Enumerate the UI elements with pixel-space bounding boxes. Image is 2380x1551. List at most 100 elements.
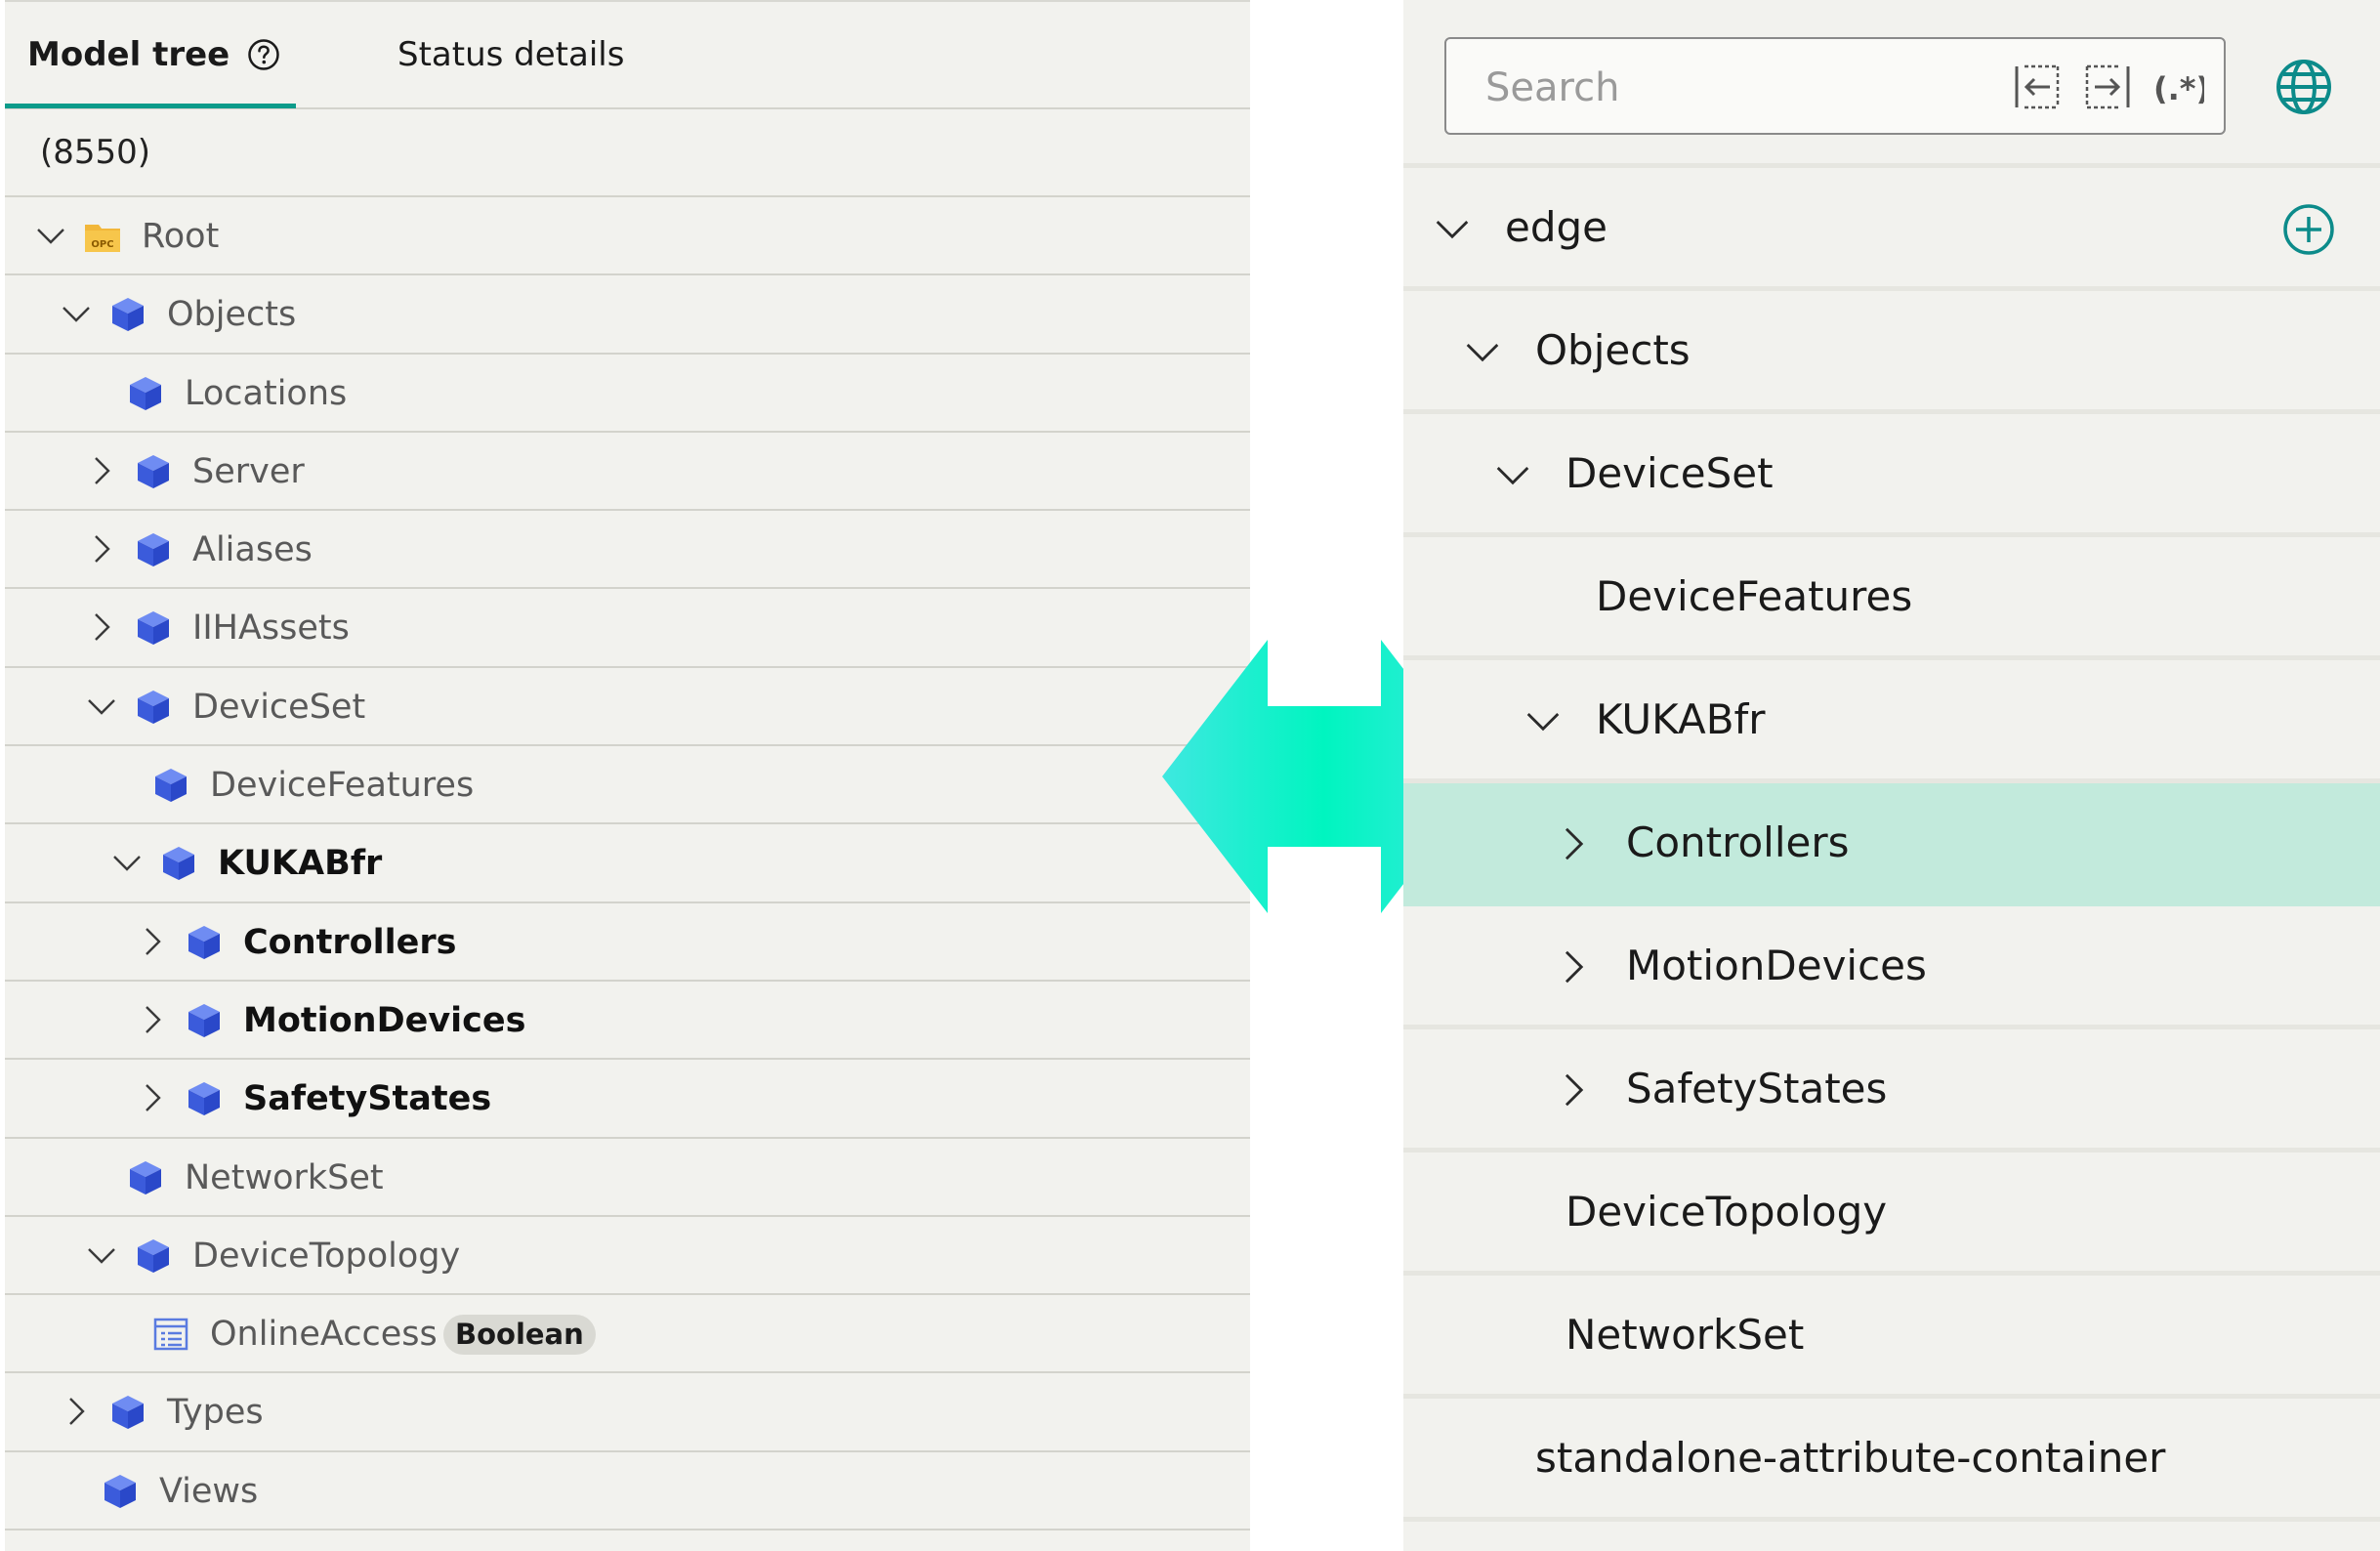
tree-row-motiondevices[interactable]: MotionDevices [5, 982, 1250, 1061]
tree-row-safetystates[interactable]: SafetyStates [5, 1060, 1250, 1139]
chevron-right-icon[interactable] [60, 1395, 93, 1428]
chevron-right-icon[interactable] [136, 1003, 169, 1036]
asset-node-label: DeviceTopology [1566, 1188, 1888, 1236]
chevron-down-icon[interactable] [85, 1238, 118, 1272]
asset-row-networkset[interactable]: NetworkSet [1403, 1276, 2380, 1399]
asset-row-objects[interactable]: Objects [1403, 291, 2380, 414]
tree-node-label: Views [159, 1471, 259, 1511]
cube-icon [130, 376, 161, 410]
asset-node-label: Objects [1535, 326, 1691, 374]
asset-row-devicefeatures[interactable]: DeviceFeatures [1403, 537, 2380, 660]
tree-row-server[interactable]: Server [5, 433, 1250, 512]
chevron-down-icon[interactable] [1433, 209, 1472, 248]
cube-icon [163, 847, 194, 881]
tree-row-aliases[interactable]: Aliases [5, 511, 1250, 590]
chevron-right-icon[interactable] [85, 532, 118, 566]
asset-row-devicetopology[interactable]: DeviceTopology [1403, 1153, 2380, 1276]
asset-node-label: DeviceFeatures [1596, 572, 1913, 620]
cube-icon [155, 769, 187, 803]
chevron-down-icon[interactable] [1463, 332, 1502, 371]
tree-row-devicefeatures[interactable]: DeviceFeatures [5, 746, 1250, 825]
chevron-right-icon[interactable] [136, 925, 169, 958]
tree-row-networkset[interactable]: NetworkSet [5, 1139, 1250, 1217]
tree-row-kukabfr[interactable]: KUKABfr [5, 824, 1250, 903]
tree-node-label: KUKABfr [218, 844, 383, 884]
search-bar: (.*) [1403, 0, 2380, 168]
chevron-down-icon[interactable] [110, 846, 144, 879]
tree-node-label: DeviceFeatures [210, 766, 475, 806]
chevron-right-icon[interactable] [85, 454, 118, 487]
globe-icon[interactable] [2273, 56, 2335, 118]
chevron-right-icon[interactable] [136, 1081, 169, 1114]
tree-row-devicetopology[interactable]: DeviceTopology [5, 1217, 1250, 1296]
tree-row-types[interactable]: Types [5, 1373, 1250, 1452]
tree-node-label: Objects [167, 295, 297, 335]
tree-row-onlineaccess[interactable]: OnlineAccess Boolean [5, 1295, 1250, 1374]
cube-icon [112, 298, 144, 332]
node-count-row: (8550) [5, 109, 1250, 197]
tree-row-deviceset[interactable]: DeviceSet [5, 668, 1250, 747]
tree-node-label: NetworkSet [185, 1157, 384, 1197]
regex-icon[interactable]: (.*) [2151, 61, 2204, 113]
cube-icon [138, 1238, 169, 1273]
asset-row-deviceset[interactable]: DeviceSet [1403, 414, 2380, 537]
asset-row-motiondevices[interactable]: MotionDevices [1403, 906, 2380, 1029]
opc-icon: OPC [85, 225, 120, 252]
tree-row-views[interactable]: Views [5, 1452, 1250, 1531]
tree-node-label: MotionDevices [243, 1000, 526, 1040]
chevron-down-icon[interactable] [34, 219, 67, 252]
add-circle-icon[interactable] [2280, 201, 2337, 258]
chevron-right-icon[interactable] [1554, 1070, 1593, 1110]
cube-icon [138, 611, 169, 646]
tab-model-tree-label: Model tree [27, 35, 230, 74]
asset-row-controllers[interactable]: Controllers [1403, 783, 2380, 906]
cube-icon [138, 454, 169, 488]
cube-icon [138, 533, 169, 567]
chevron-down-icon[interactable] [85, 690, 118, 723]
node-count: (8550) [40, 133, 151, 172]
tab-status-details[interactable]: Status details [397, 35, 624, 74]
search-input[interactable] [1483, 61, 1956, 115]
tree-node-label: OnlineAccess [210, 1315, 438, 1355]
asset-row-edge[interactable]: edge [1403, 168, 2380, 291]
model-tree: OPC Root Objects Locations Server Aliases IIHA… [5, 197, 1250, 1531]
cube-icon [188, 1003, 220, 1037]
tree-row-root[interactable]: OPC Root [5, 197, 1250, 276]
cube-icon [104, 1474, 136, 1508]
tree-row-controllers[interactable]: Controllers [5, 903, 1250, 982]
asset-node-label: DeviceSet [1566, 449, 1774, 497]
tree-row-iihassets[interactable]: IIHAssets [5, 589, 1250, 668]
asset-node-label: NetworkSet [1566, 1311, 1805, 1359]
active-tab-indicator [5, 104, 296, 108]
chevron-down-icon[interactable] [60, 297, 93, 330]
asset-row-kukabfr[interactable]: KUKABfr [1403, 660, 2380, 783]
chevron-down-icon[interactable] [1524, 701, 1563, 740]
asset-node-label: MotionDevices [1626, 942, 1927, 989]
chevron-right-icon[interactable] [85, 610, 118, 644]
cube-icon [188, 925, 220, 959]
asset-node-label: KUKABfr [1596, 695, 1766, 743]
tree-node-label: Locations [185, 373, 348, 413]
cube-icon [112, 1396, 144, 1430]
help-icon[interactable] [247, 38, 280, 71]
tab-model-tree[interactable]: Model tree [27, 35, 280, 74]
tree-node-label: Server [192, 451, 305, 491]
variable-icon [153, 1318, 188, 1351]
tree-node-label: Aliases [192, 530, 313, 570]
expand-right-icon[interactable] [2081, 61, 2134, 113]
asset-node-label: standalone-attribute-container [1535, 1434, 2166, 1482]
collapse-left-icon[interactable] [2011, 61, 2064, 113]
chevron-right-icon[interactable] [1554, 947, 1593, 986]
chevron-down-icon[interactable] [1493, 455, 1532, 494]
svg-text:OPC: OPC [91, 239, 113, 250]
cube-icon [138, 690, 169, 724]
tree-node-label: IIHAssets [192, 608, 350, 649]
asset-row-standalone-attribute-container[interactable]: standalone-attribute-container [1403, 1399, 2380, 1522]
tree-node-label: Root [142, 217, 220, 256]
tree-row-locations[interactable]: Locations [5, 355, 1250, 433]
cube-icon [188, 1082, 220, 1116]
asset-row-safetystates[interactable]: SafetyStates [1403, 1029, 2380, 1153]
chevron-right-icon[interactable] [1554, 824, 1593, 863]
tree-row-objects[interactable]: Objects [5, 275, 1250, 355]
svg-text:(.*): (.*) [2153, 70, 2204, 107]
